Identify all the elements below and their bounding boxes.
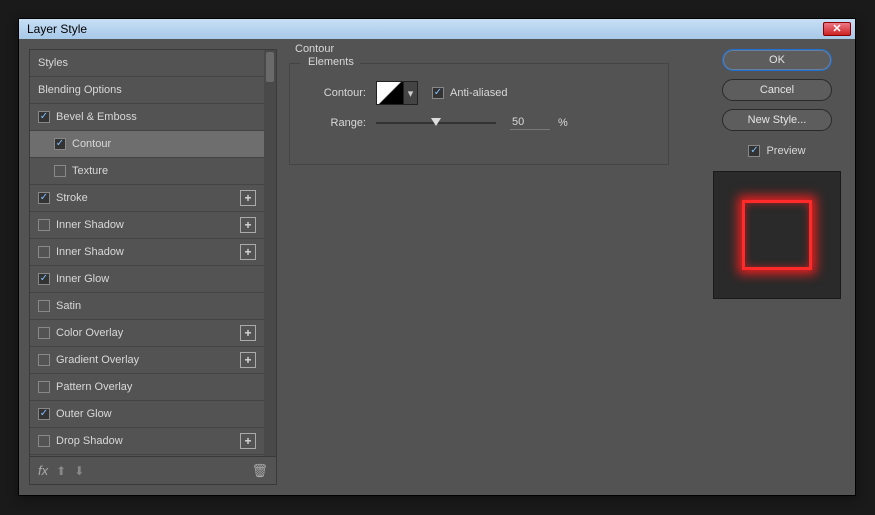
layer-style-dialog: Layer Style ✕ Styles Blending Options Beve… xyxy=(18,18,856,496)
checkbox-icon[interactable] xyxy=(38,246,50,258)
range-label: Range: xyxy=(306,117,366,129)
scrollbar-thumb[interactable] xyxy=(266,52,274,82)
checkbox-icon[interactable] xyxy=(54,165,66,177)
contour-dropdown[interactable]: ▾ xyxy=(404,81,418,105)
contour-label: Contour: xyxy=(306,87,366,99)
add-effect-icon[interactable]: + xyxy=(240,217,256,233)
styles-list: Styles Blending Options Bevel & Emboss Cont… xyxy=(29,49,277,457)
checkbox-icon xyxy=(748,145,760,157)
dialog-body: Styles Blending Options Bevel & Emboss Cont… xyxy=(19,39,855,495)
styles-scrollbar[interactable] xyxy=(264,50,276,456)
style-item-label: Satin xyxy=(56,300,81,312)
style-item[interactable]: Blending Options xyxy=(30,77,264,104)
style-item[interactable]: Outer Glow xyxy=(30,401,264,428)
preview-checkbox[interactable]: Preview xyxy=(748,145,805,157)
style-item-label: Inner Glow xyxy=(56,273,109,285)
checkbox-icon[interactable] xyxy=(38,435,50,447)
range-row: Range: % xyxy=(306,115,652,130)
styles-sidebar: Styles Blending Options Bevel & Emboss Cont… xyxy=(29,49,277,485)
style-item[interactable]: Inner Glow xyxy=(30,266,264,293)
style-item-label: Gradient Overlay xyxy=(56,354,139,366)
preview-label: Preview xyxy=(766,145,805,157)
preview-box xyxy=(713,171,841,299)
style-item-label: Styles xyxy=(38,57,68,69)
checkbox-icon xyxy=(432,87,444,99)
trash-icon[interactable]: 🗑 xyxy=(251,463,268,479)
section-heading: Contour xyxy=(295,43,334,55)
anti-aliased-label: Anti-aliased xyxy=(450,87,507,99)
new-style-button[interactable]: New Style... xyxy=(722,109,832,131)
style-item[interactable]: Inner Shadow + xyxy=(30,212,264,239)
style-item-label: Bevel & Emboss xyxy=(56,111,137,123)
add-effect-icon[interactable]: + xyxy=(240,352,256,368)
add-effect-icon[interactable]: + xyxy=(240,325,256,341)
fx-label: fx xyxy=(38,463,48,478)
checkbox-icon[interactable] xyxy=(54,138,66,150)
checkbox-icon[interactable] xyxy=(38,327,50,339)
style-item-label: Color Overlay xyxy=(56,327,123,339)
range-slider[interactable] xyxy=(376,116,496,130)
window-title: Layer Style xyxy=(27,22,823,36)
checkbox-icon[interactable] xyxy=(38,192,50,204)
checkbox-icon[interactable] xyxy=(38,219,50,231)
contour-thumbnail[interactable] xyxy=(376,81,404,105)
close-button[interactable]: ✕ xyxy=(823,22,851,36)
range-input[interactable] xyxy=(510,115,550,130)
checkbox-icon[interactable] xyxy=(38,273,50,285)
style-item[interactable]: Drop Shadow + xyxy=(30,428,264,455)
style-item[interactable]: Bevel & Emboss xyxy=(30,104,264,131)
style-item[interactable]: Pattern Overlay xyxy=(30,374,264,401)
style-item-label: Blending Options xyxy=(38,84,122,96)
style-item-label: Inner Shadow xyxy=(56,246,124,258)
anti-aliased-checkbox[interactable]: Anti-aliased xyxy=(432,87,507,99)
style-item[interactable]: Satin xyxy=(30,293,264,320)
group-label: Elements xyxy=(304,56,358,68)
chevron-down-icon: ▾ xyxy=(408,87,414,100)
styles-bottom-bar: fx ⬆ ⬇ 🗑 xyxy=(29,457,277,485)
style-item[interactable]: Texture xyxy=(30,158,264,185)
add-effect-icon[interactable]: + xyxy=(240,190,256,206)
style-item-label: Contour xyxy=(72,138,111,150)
style-item[interactable]: Inner Shadow + xyxy=(30,239,264,266)
styles-scroll: Styles Blending Options Bevel & Emboss Cont… xyxy=(30,50,264,456)
range-unit: % xyxy=(558,117,568,129)
ok-button[interactable]: OK xyxy=(722,49,832,71)
move-down-icon[interactable]: ⬇ xyxy=(74,464,84,478)
preview-swatch xyxy=(742,200,812,270)
checkbox-icon[interactable] xyxy=(38,300,50,312)
style-item-label: Texture xyxy=(72,165,108,177)
style-item[interactable]: Color Overlay + xyxy=(30,320,264,347)
checkbox-icon[interactable] xyxy=(38,381,50,393)
style-item-label: Inner Shadow xyxy=(56,219,124,231)
right-panel: OK Cancel New Style... Preview xyxy=(709,49,845,485)
add-effect-icon[interactable]: + xyxy=(240,433,256,449)
close-icon: ✕ xyxy=(832,24,841,35)
checkbox-icon[interactable] xyxy=(38,354,50,366)
contour-row: Contour: ▾ Anti-aliased xyxy=(306,81,652,105)
style-item-label: Drop Shadow xyxy=(56,435,123,447)
style-item-label: Outer Glow xyxy=(56,408,112,420)
checkbox-icon[interactable] xyxy=(38,408,50,420)
cancel-button[interactable]: Cancel xyxy=(722,79,832,101)
style-item[interactable]: Styles xyxy=(30,50,264,77)
slider-thumb[interactable] xyxy=(431,118,441,126)
titlebar[interactable]: Layer Style ✕ xyxy=(19,19,855,39)
style-item-label: Pattern Overlay xyxy=(56,381,132,393)
style-item-label: Stroke xyxy=(56,192,88,204)
elements-group: Elements Contour: ▾ Anti-aliased Ra xyxy=(289,63,669,165)
move-up-icon[interactable]: ⬆ xyxy=(56,464,66,478)
style-item[interactable]: Contour xyxy=(30,131,264,158)
settings-panel: Contour Elements Contour: ▾ Anti-aliased xyxy=(289,49,697,485)
style-item[interactable]: Gradient Overlay + xyxy=(30,347,264,374)
add-effect-icon[interactable]: + xyxy=(240,244,256,260)
checkbox-icon[interactable] xyxy=(38,111,50,123)
style-item[interactable]: Stroke + xyxy=(30,185,264,212)
